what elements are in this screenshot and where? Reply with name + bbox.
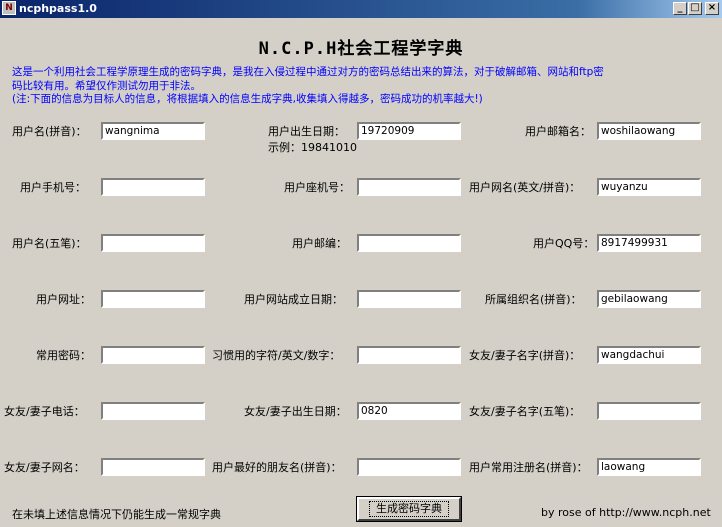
username-pinyin-label: 用户名(拼音)： bbox=[12, 125, 87, 138]
birthday-field[interactable]: 19720909 bbox=[357, 122, 461, 140]
qq-label: 用户QQ号： bbox=[533, 237, 595, 250]
gf-name-wubi-label: 女友/妻子名字(五笔)： bbox=[469, 405, 581, 418]
landline-label: 用户座机号： bbox=[284, 181, 350, 194]
username-wubi-label: 用户名(五笔)： bbox=[12, 237, 87, 250]
reg-name-field[interactable]: laowang bbox=[597, 458, 701, 476]
zipcode-label: 用户邮编： bbox=[292, 237, 347, 250]
gf-name-pinyin-field[interactable]: wangdachui bbox=[597, 346, 701, 364]
gf-birthday-label: 女友/妻子出生日期： bbox=[244, 405, 347, 418]
app-icon: N bbox=[2, 1, 16, 15]
website-label: 用户网址： bbox=[36, 293, 91, 306]
page-title: N.C.P.H社会工程学字典 bbox=[258, 39, 464, 59]
username-wubi-field[interactable] bbox=[101, 234, 205, 252]
title-bar[interactable]: N ncphpass1.0 _ □ × bbox=[0, 0, 722, 18]
gf-name-wubi-field[interactable] bbox=[597, 402, 701, 420]
minimize-button[interactable]: _ bbox=[673, 2, 687, 15]
best-friend-label: 用户最好的朋友名(拼音)： bbox=[212, 461, 342, 474]
org-name-label: 所属组织名(拼音)： bbox=[485, 293, 582, 306]
common-password-label: 常用密码： bbox=[36, 349, 91, 362]
maximize-button[interactable]: □ bbox=[688, 2, 702, 15]
site-date-label: 用户网站成立日期： bbox=[244, 293, 343, 306]
mobile-label: 用户手机号： bbox=[20, 181, 86, 194]
description-line: (注:下面的信息为目标人的信息，将根据填入的信息生成字典,收集填入得越多，密码成… bbox=[12, 93, 483, 105]
generate-dictionary-button[interactable]: 生成密码字典 bbox=[356, 496, 462, 522]
site-date-field[interactable] bbox=[357, 290, 461, 308]
nickname-label: 用户网名(英文/拼音)： bbox=[469, 181, 581, 194]
gf-name-pinyin-label: 女友/妻子名字(拼音)： bbox=[469, 349, 581, 362]
credit-text: by rose of http://www.ncph.net bbox=[541, 506, 711, 519]
reg-name-label: 用户常用注册名(拼音)： bbox=[469, 461, 588, 474]
description-line: 这是一个利用社会工程学原理生成的密码字典，是我在入侵过程中通过对方的密码总结出来… bbox=[12, 66, 604, 78]
gf-nickname-label: 女友/妻子网名： bbox=[4, 461, 85, 474]
close-button[interactable]: × bbox=[705, 2, 719, 15]
habit-chars-field[interactable] bbox=[357, 346, 461, 364]
birthday-example: 示例：19841010 bbox=[268, 141, 357, 154]
nickname-field[interactable]: wuyanzu bbox=[597, 178, 701, 196]
description: 这是一个利用社会工程学原理生成的密码字典，是我在入侵过程中通过对方的密码总结出来… bbox=[12, 66, 702, 107]
zipcode-field[interactable] bbox=[357, 234, 461, 252]
description-line: 码比较有用。希望仅作测试勿用于非法。 bbox=[12, 79, 201, 92]
gf-phone-field[interactable] bbox=[101, 402, 205, 420]
footer-note: 在未填上述信息情况下仍能生成一常规字典 bbox=[12, 508, 221, 521]
website-field[interactable] bbox=[101, 290, 205, 308]
org-name-field[interactable]: gebilaowang bbox=[597, 290, 701, 308]
email-name-label: 用户邮箱名： bbox=[525, 125, 591, 138]
mobile-field[interactable] bbox=[101, 178, 205, 196]
landline-field[interactable] bbox=[357, 178, 461, 196]
qq-field[interactable]: 8917499931 bbox=[597, 234, 701, 252]
gf-birthday-field[interactable]: 0820 bbox=[357, 402, 461, 420]
generate-button-label: 生成密码字典 bbox=[369, 501, 449, 517]
username-pinyin-field[interactable]: wangnima bbox=[101, 122, 205, 140]
birthday-label: 用户出生日期： bbox=[268, 125, 345, 138]
email-name-field[interactable]: woshilaowang bbox=[597, 122, 701, 140]
gf-nickname-field[interactable] bbox=[101, 458, 205, 476]
habit-chars-label: 习惯用的字符/英文/数字： bbox=[212, 349, 341, 362]
window-title: ncphpass1.0 bbox=[19, 2, 97, 15]
best-friend-field[interactable] bbox=[357, 458, 461, 476]
gf-phone-label: 女友/妻子电话： bbox=[4, 405, 85, 418]
common-password-field[interactable] bbox=[101, 346, 205, 364]
